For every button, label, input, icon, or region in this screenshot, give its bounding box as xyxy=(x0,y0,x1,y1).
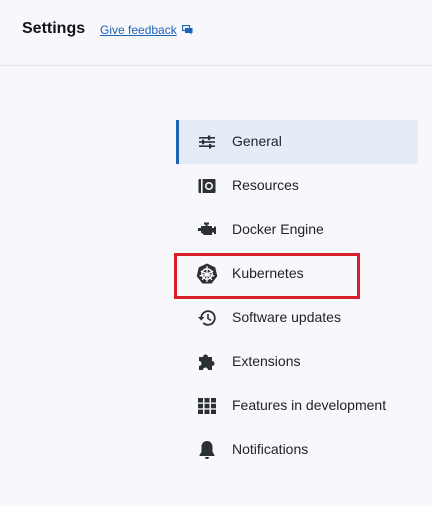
grid-icon xyxy=(196,395,218,417)
sidebar-item-label: Features in development xyxy=(232,397,387,413)
sidebar-item-label: Notifications xyxy=(232,441,309,457)
kubernetes-icon xyxy=(196,263,218,285)
bell-icon xyxy=(196,439,218,461)
sidebar-item-label: General xyxy=(232,133,282,149)
sidebar-item-label: Extensions xyxy=(232,353,301,369)
sidebar-item-kubernetes[interactable]: Kubernetes xyxy=(176,252,418,296)
chat-bubble-icon xyxy=(181,25,193,35)
page-title: Settings xyxy=(22,20,86,37)
sidebar-item-label: Kubernetes xyxy=(232,265,304,281)
sidebar-item-notifications[interactable]: Notifications xyxy=(176,428,418,472)
sidebar-item-features-in-development[interactable]: Features in development xyxy=(176,384,418,428)
sidebar-item-label: Software updates xyxy=(232,309,341,325)
sidebar-item-general[interactable]: General xyxy=(176,120,418,164)
settings-header: Settings Give feedback xyxy=(0,0,432,66)
history-icon xyxy=(196,307,218,329)
sidebar-item-resources[interactable]: Resources xyxy=(176,164,418,208)
give-feedback-link[interactable]: Give feedback xyxy=(100,23,193,37)
settings-sidebar: General Resources Docker Engine Kubernet… xyxy=(176,120,418,472)
sidebar-item-extensions[interactable]: Extensions xyxy=(176,340,418,384)
puzzle-icon xyxy=(196,351,218,373)
sidebar-item-label: Docker Engine xyxy=(232,221,324,237)
engine-icon xyxy=(196,219,218,241)
sidebar-item-label: Resources xyxy=(232,177,299,193)
sidebar-item-docker-engine[interactable]: Docker Engine xyxy=(176,208,418,252)
sliders-icon xyxy=(196,131,218,153)
sidebar-item-software-updates[interactable]: Software updates xyxy=(176,296,418,340)
resources-icon xyxy=(196,175,218,197)
give-feedback-label: Give feedback xyxy=(100,23,177,37)
